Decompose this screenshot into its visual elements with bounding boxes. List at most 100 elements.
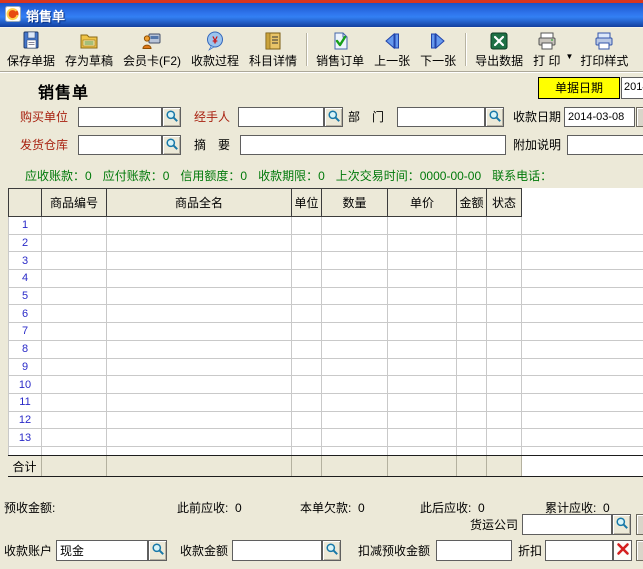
grid-cell[interactable] bbox=[388, 429, 457, 446]
table-row[interactable]: 12 bbox=[8, 412, 643, 430]
grid-cell[interactable] bbox=[487, 235, 522, 252]
doc-date-button[interactable]: 单据日期 bbox=[538, 77, 620, 99]
grid-cell[interactable] bbox=[388, 270, 457, 287]
grid-cell[interactable] bbox=[107, 429, 292, 446]
grid-cell[interactable] bbox=[457, 270, 487, 287]
table-row[interactable]: 13 bbox=[8, 429, 643, 447]
grid-cell[interactable] bbox=[107, 270, 292, 287]
freight-company-lookup-button[interactable] bbox=[612, 514, 631, 535]
discount-input[interactable] bbox=[545, 540, 613, 561]
grid-cell[interactable] bbox=[107, 252, 292, 269]
grid-cell[interactable] bbox=[388, 394, 457, 411]
grid-cell[interactable] bbox=[292, 217, 322, 234]
grid-cell[interactable] bbox=[322, 359, 388, 376]
payment-date-dropdown-button[interactable] bbox=[636, 107, 643, 127]
grid-cell[interactable] bbox=[457, 235, 487, 252]
grid-cell[interactable] bbox=[42, 359, 107, 376]
grid-cell[interactable] bbox=[107, 305, 292, 322]
grid-cell[interactable] bbox=[388, 359, 457, 376]
grid-cell[interactable] bbox=[322, 305, 388, 322]
grid-cell[interactable] bbox=[292, 447, 322, 455]
grid-cell[interactable] bbox=[457, 323, 487, 340]
payment-process-button[interactable]: ¥ 收款过程 bbox=[186, 29, 244, 70]
row-number-cell[interactable]: 12 bbox=[8, 412, 42, 429]
grid-cell[interactable] bbox=[322, 252, 388, 269]
grid-cell[interactable] bbox=[292, 359, 322, 376]
grid-cell[interactable] bbox=[292, 341, 322, 358]
grid-cell[interactable] bbox=[292, 305, 322, 322]
grid-cell[interactable] bbox=[322, 288, 388, 305]
handler-lookup-button[interactable] bbox=[324, 107, 343, 127]
grid-cell[interactable] bbox=[322, 394, 388, 411]
table-row[interactable]: 5 bbox=[8, 288, 643, 306]
grid-cell[interactable] bbox=[457, 305, 487, 322]
grid-cell[interactable] bbox=[42, 270, 107, 287]
grid-cell[interactable] bbox=[487, 447, 522, 455]
grid-cell[interactable] bbox=[292, 235, 322, 252]
grid-cell[interactable] bbox=[487, 359, 522, 376]
grid-cell[interactable] bbox=[457, 217, 487, 234]
handler-input[interactable] bbox=[238, 107, 324, 127]
table-row[interactable]: 7 bbox=[8, 323, 643, 341]
row-number-cell[interactable]: 3 bbox=[8, 252, 42, 269]
grid-cell[interactable] bbox=[42, 252, 107, 269]
freight-company-extra-button[interactable] bbox=[636, 514, 643, 535]
grid-cell[interactable] bbox=[487, 341, 522, 358]
grid-cell[interactable] bbox=[107, 341, 292, 358]
warehouse-lookup-button[interactable] bbox=[162, 135, 181, 155]
table-row[interactable]: 1 bbox=[8, 217, 643, 235]
grid-cell[interactable] bbox=[292, 270, 322, 287]
table-row[interactable]: 2 bbox=[8, 235, 643, 253]
table-row[interactable]: 11 bbox=[8, 394, 643, 412]
grid-cell[interactable] bbox=[322, 235, 388, 252]
grid-cell[interactable] bbox=[322, 412, 388, 429]
payment-account-input[interactable] bbox=[56, 540, 148, 561]
grid-cell[interactable] bbox=[107, 394, 292, 411]
grid-cell[interactable] bbox=[457, 359, 487, 376]
grid-cell[interactable] bbox=[42, 305, 107, 322]
grid-cell[interactable] bbox=[388, 235, 457, 252]
grid-cell[interactable] bbox=[322, 447, 388, 455]
row-number-cell[interactable]: 11 bbox=[8, 394, 42, 411]
grid-cell[interactable] bbox=[487, 217, 522, 234]
purchase-unit-input[interactable] bbox=[78, 107, 162, 127]
grid-cell[interactable] bbox=[388, 447, 457, 455]
grid-cell[interactable] bbox=[107, 376, 292, 393]
grid-cell[interactable] bbox=[42, 412, 107, 429]
grid-cell[interactable] bbox=[388, 217, 457, 234]
grid-cell[interactable] bbox=[292, 252, 322, 269]
grid-cell[interactable] bbox=[457, 412, 487, 429]
grid-body[interactable]: 12345678910111213 bbox=[8, 217, 643, 455]
grid-cell[interactable] bbox=[457, 447, 487, 455]
grid-cell[interactable] bbox=[322, 270, 388, 287]
grid-cell[interactable] bbox=[457, 376, 487, 393]
grid-cell[interactable] bbox=[487, 412, 522, 429]
grid-cell[interactable] bbox=[107, 323, 292, 340]
grid-cell[interactable] bbox=[388, 323, 457, 340]
row-number-cell[interactable]: 8 bbox=[8, 341, 42, 358]
grid-cell[interactable] bbox=[322, 429, 388, 446]
row-number-cell[interactable]: 5 bbox=[8, 288, 42, 305]
table-row[interactable]: 9 bbox=[8, 359, 643, 377]
grid-cell[interactable] bbox=[42, 394, 107, 411]
grid-cell[interactable] bbox=[42, 323, 107, 340]
grid-cell[interactable] bbox=[322, 376, 388, 393]
grid-cell[interactable] bbox=[322, 323, 388, 340]
grid-cell[interactable] bbox=[487, 323, 522, 340]
member-card-button[interactable]: 会员卡(F2) bbox=[118, 29, 186, 70]
sales-orders-button[interactable]: 销售订单 bbox=[311, 29, 369, 70]
grid-cell[interactable] bbox=[292, 429, 322, 446]
grid-cell[interactable] bbox=[487, 305, 522, 322]
title-bar[interactable]: 销售单 bbox=[0, 3, 643, 28]
row-number-cell[interactable]: 4 bbox=[8, 270, 42, 287]
grid-cell[interactable] bbox=[292, 288, 322, 305]
grid-cell[interactable] bbox=[107, 288, 292, 305]
department-lookup-button[interactable] bbox=[485, 107, 504, 127]
row-number-cell[interactable]: 1 bbox=[8, 217, 42, 234]
table-row[interactable] bbox=[8, 447, 643, 455]
grid-cell[interactable] bbox=[388, 376, 457, 393]
grid-cell[interactable] bbox=[457, 394, 487, 411]
grid-cell[interactable] bbox=[388, 252, 457, 269]
grid-cell[interactable] bbox=[457, 288, 487, 305]
row-number-cell[interactable]: 10 bbox=[8, 376, 42, 393]
